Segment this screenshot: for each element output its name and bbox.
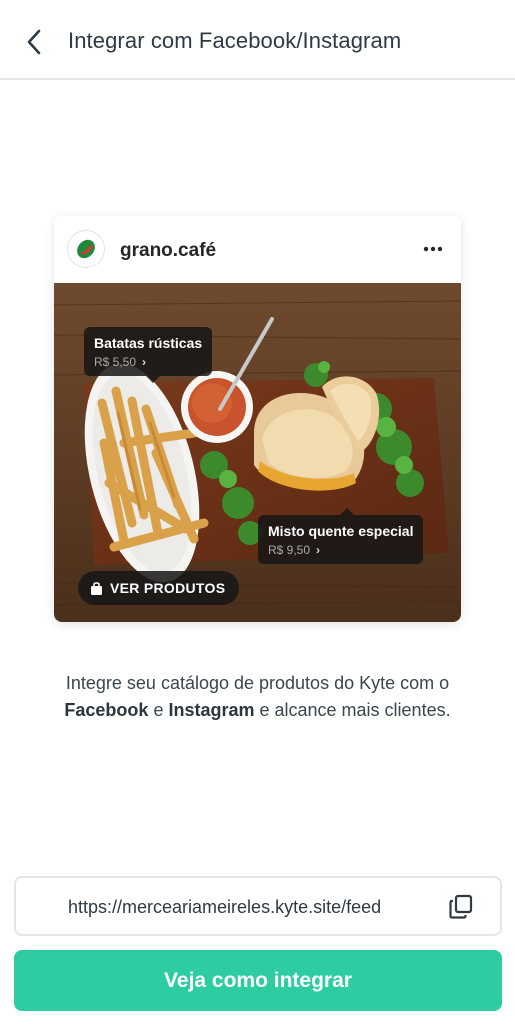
grano-logo-icon <box>77 239 95 259</box>
top-app-bar: Integrar com Facebook/Instagram <box>0 0 515 80</box>
tag-pointer <box>146 376 160 383</box>
post-header: grano.café <box>54 216 461 283</box>
facebook-emphasis: Facebook <box>64 700 149 720</box>
chevron-left-icon <box>27 29 41 55</box>
product-tag-price: R$ 5,50 <box>94 355 137 369</box>
view-products-button[interactable]: VER PRODUTOS <box>78 571 240 605</box>
instagram-emphasis: Instagram <box>168 700 255 720</box>
product-tag-name: Misto quente especial <box>268 523 414 539</box>
post-image: Batatas rústicas R$ 5,50 › Misto quente e… <box>54 283 461 622</box>
see-how-to-integrate-button[interactable]: Veja como integrar <box>14 950 502 1011</box>
page-title: Integrar com Facebook/Instagram <box>68 28 402 53</box>
product-tag-name: Batatas rústicas <box>94 335 203 351</box>
feed-url-field[interactable]: https://merceariameireles.kyte.site/feed <box>14 876 502 936</box>
chevron-right-icon: › <box>142 355 147 369</box>
copy-icon <box>449 894 473 919</box>
back-button[interactable] <box>18 24 50 60</box>
more-options-button[interactable] <box>419 238 447 260</box>
view-products-label: VER PRODUTOS <box>110 580 226 596</box>
copy-url-button[interactable] <box>446 892 476 922</box>
chevron-right-icon: › <box>316 543 321 557</box>
more-horizontal-icon <box>423 246 443 252</box>
product-tag-price: R$ 9,50 <box>268 543 311 557</box>
tag-pointer <box>340 508 354 515</box>
product-tag[interactable]: Misto quente especial R$ 9,50 › <box>258 508 424 564</box>
account-avatar <box>67 230 105 268</box>
product-tag[interactable]: Batatas rústicas R$ 5,50 › <box>84 327 213 383</box>
integration-description: Integre seu catálogo de produtos do Kyte… <box>64 673 451 720</box>
shopping-bag-icon <box>91 581 102 595</box>
account-name: grano.café <box>120 240 217 261</box>
post-preview-card: grano.café Batatas rústicas R$ 5,50 › Mi… <box>54 216 461 622</box>
feed-url-text[interactable]: https://merceariameireles.kyte.site/feed <box>68 897 381 918</box>
